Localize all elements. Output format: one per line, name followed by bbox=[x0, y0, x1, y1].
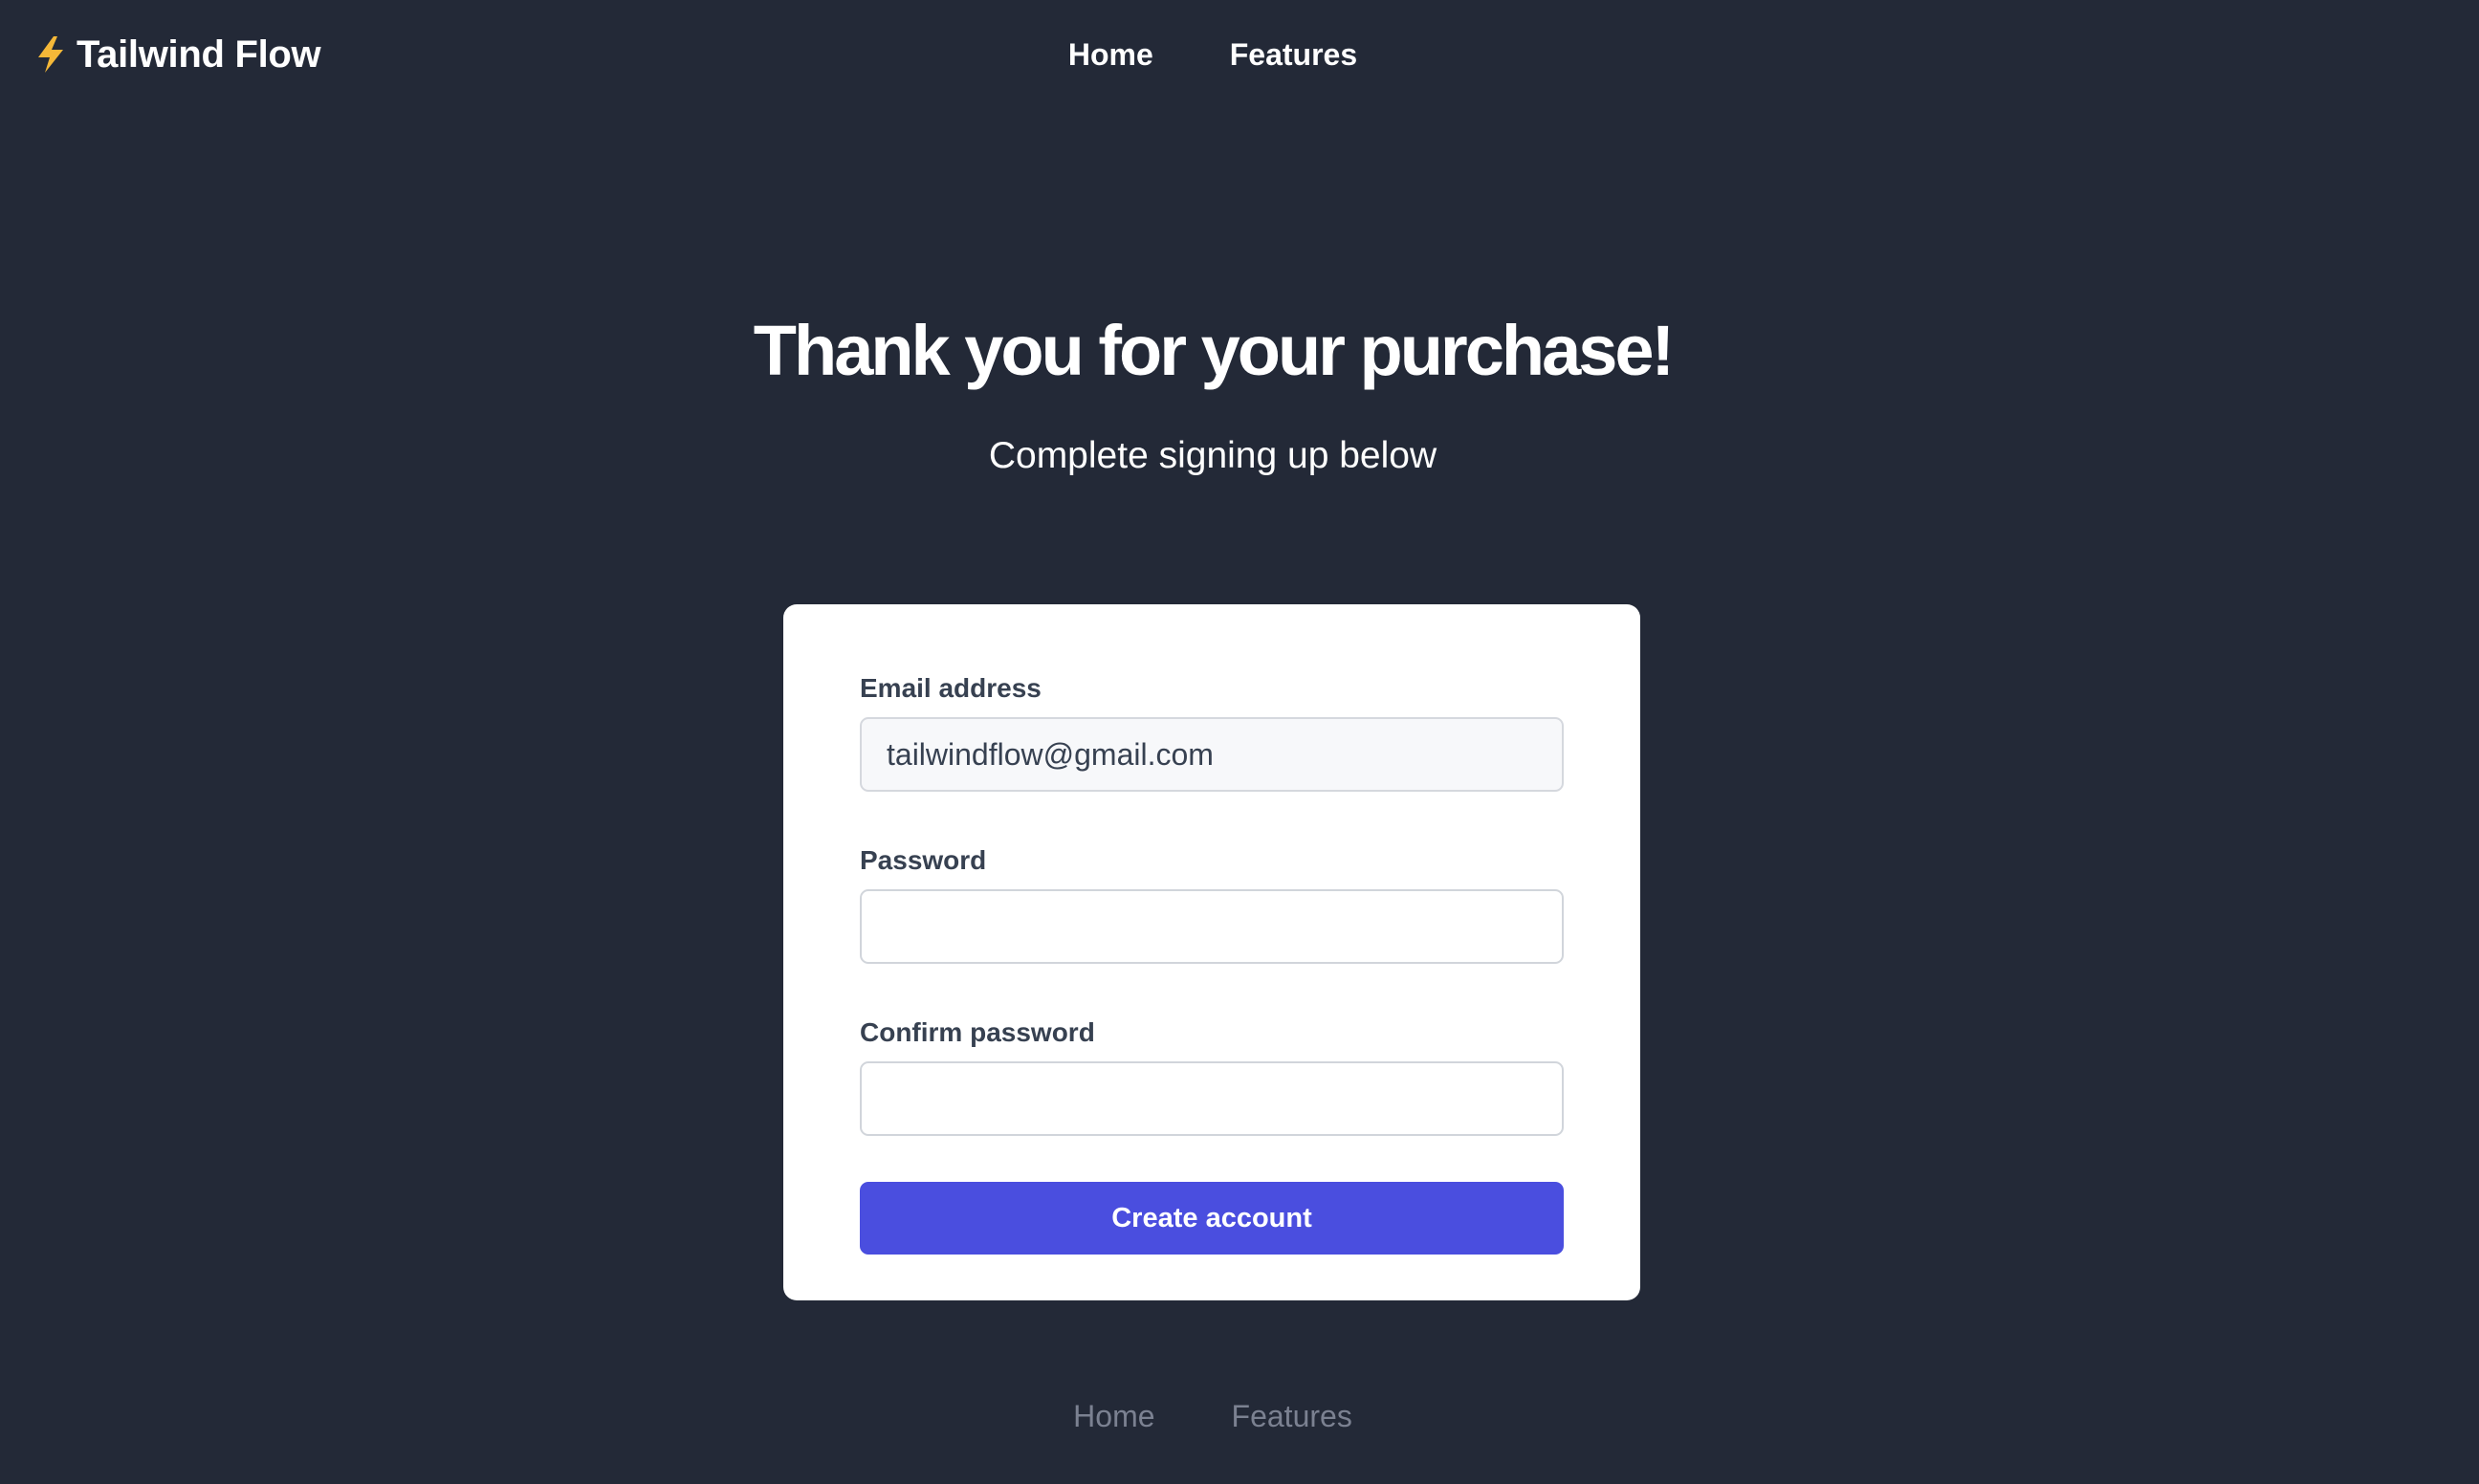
confirm-password-field-group: Confirm password bbox=[860, 1014, 1564, 1136]
confirm-password-label: Confirm password bbox=[860, 1017, 1095, 1047]
signup-form-card: Email address Password Confirm password … bbox=[783, 604, 1640, 1300]
footer-link-home[interactable]: Home bbox=[1073, 1394, 1154, 1438]
email-field[interactable] bbox=[860, 717, 1564, 792]
page-title: Thank you for your purchase! bbox=[753, 311, 1675, 390]
top-navigation: Tailwind Flow Home Features bbox=[0, 0, 2479, 109]
nav-link-home[interactable]: Home bbox=[1068, 33, 1153, 76]
nav-link-features[interactable]: Features bbox=[1230, 33, 1357, 76]
footer-link-features[interactable]: Features bbox=[1232, 1394, 1352, 1438]
password-label: Password bbox=[860, 845, 987, 875]
email-field-group: Email address bbox=[860, 669, 1564, 792]
page-subtitle: Complete signing up below bbox=[988, 435, 1437, 476]
password-field-group: Password bbox=[860, 841, 1564, 964]
footer-nav: Home Features bbox=[0, 1394, 2425, 1438]
create-account-button[interactable]: Create account bbox=[860, 1182, 1564, 1255]
confirm-password-field[interactable] bbox=[860, 1061, 1564, 1136]
header-nav: Home Features bbox=[0, 33, 2425, 76]
email-label: Email address bbox=[860, 673, 1042, 703]
password-field[interactable] bbox=[860, 889, 1564, 964]
